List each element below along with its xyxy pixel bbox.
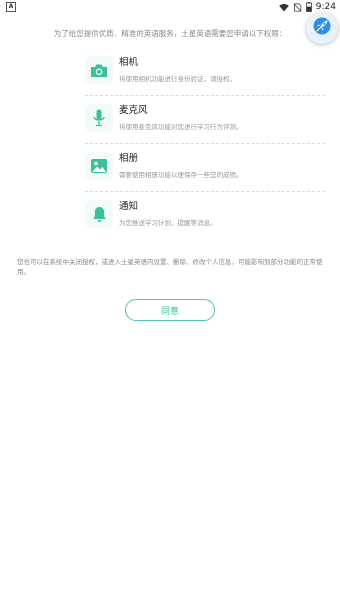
- permission-description: 将使用相机功能进行身份验证，请授权。: [119, 75, 236, 83]
- permission-title: 相册: [119, 153, 139, 164]
- permission-item-microphone: 麦克风 将使用麦克风功能对您进行学习行为评测。: [85, 96, 325, 144]
- permission-text: 通知 为您推送学习计划、提醒等消息。: [119, 200, 217, 228]
- permission-title: 麦克风: [119, 105, 148, 116]
- wifi-icon: [278, 3, 289, 12]
- photo-icon: [85, 152, 113, 180]
- clock-time: 9:24: [315, 2, 336, 12]
- footer-note: 您也可以在系统中关闭授权，或进入土星英语内设置、删除、修改个人信息，可能影响到部…: [17, 258, 323, 276]
- permission-list: 相机 将使用相机功能进行身份验证，请授权。 麦克风 将使用麦克风功能对您进行学习…: [85, 48, 325, 240]
- permission-item-camera: 相机 将使用相机功能进行身份验证，请授权。: [85, 48, 325, 96]
- permission-title: 通知: [119, 201, 139, 212]
- permission-text: 相机 将使用相机功能进行身份验证，请授权。: [119, 56, 236, 84]
- camera-icon: [85, 56, 113, 84]
- no-sim-icon: [293, 2, 302, 12]
- status-left: A: [6, 2, 16, 12]
- permission-item-album: 相册 需要使用相册功能以便保存一些您的成绩。: [85, 144, 325, 192]
- permission-text: 麦克风 将使用麦克风功能对您进行学习行为评测。: [119, 104, 243, 132]
- permission-description: 为您推送学习计划、提醒等消息。: [119, 219, 217, 227]
- permission-description: 将使用麦克风功能对您进行学习行为评测。: [119, 123, 243, 131]
- permission-item-notification: 通知 为您推送学习计划、提醒等消息。: [85, 192, 325, 240]
- bell-icon: [85, 200, 113, 228]
- app-notification-icon: A: [6, 2, 16, 12]
- microphone-icon: [85, 104, 113, 132]
- intro-text: 为了给您提供优质、精准的英语服务，土星英语需要您申请以下权限：: [53, 29, 287, 38]
- permission-text: 相册 需要使用相册功能以便保存一些您的成绩。: [119, 152, 243, 180]
- agree-button[interactable]: 同意: [125, 299, 215, 321]
- status-bar: A 9:24: [0, 0, 340, 14]
- permission-description: 需要使用相册功能以便保存一些您的成绩。: [119, 171, 243, 179]
- permission-title: 相机: [119, 57, 139, 68]
- status-right: 9:24: [278, 2, 336, 12]
- battery-icon: [305, 2, 312, 12]
